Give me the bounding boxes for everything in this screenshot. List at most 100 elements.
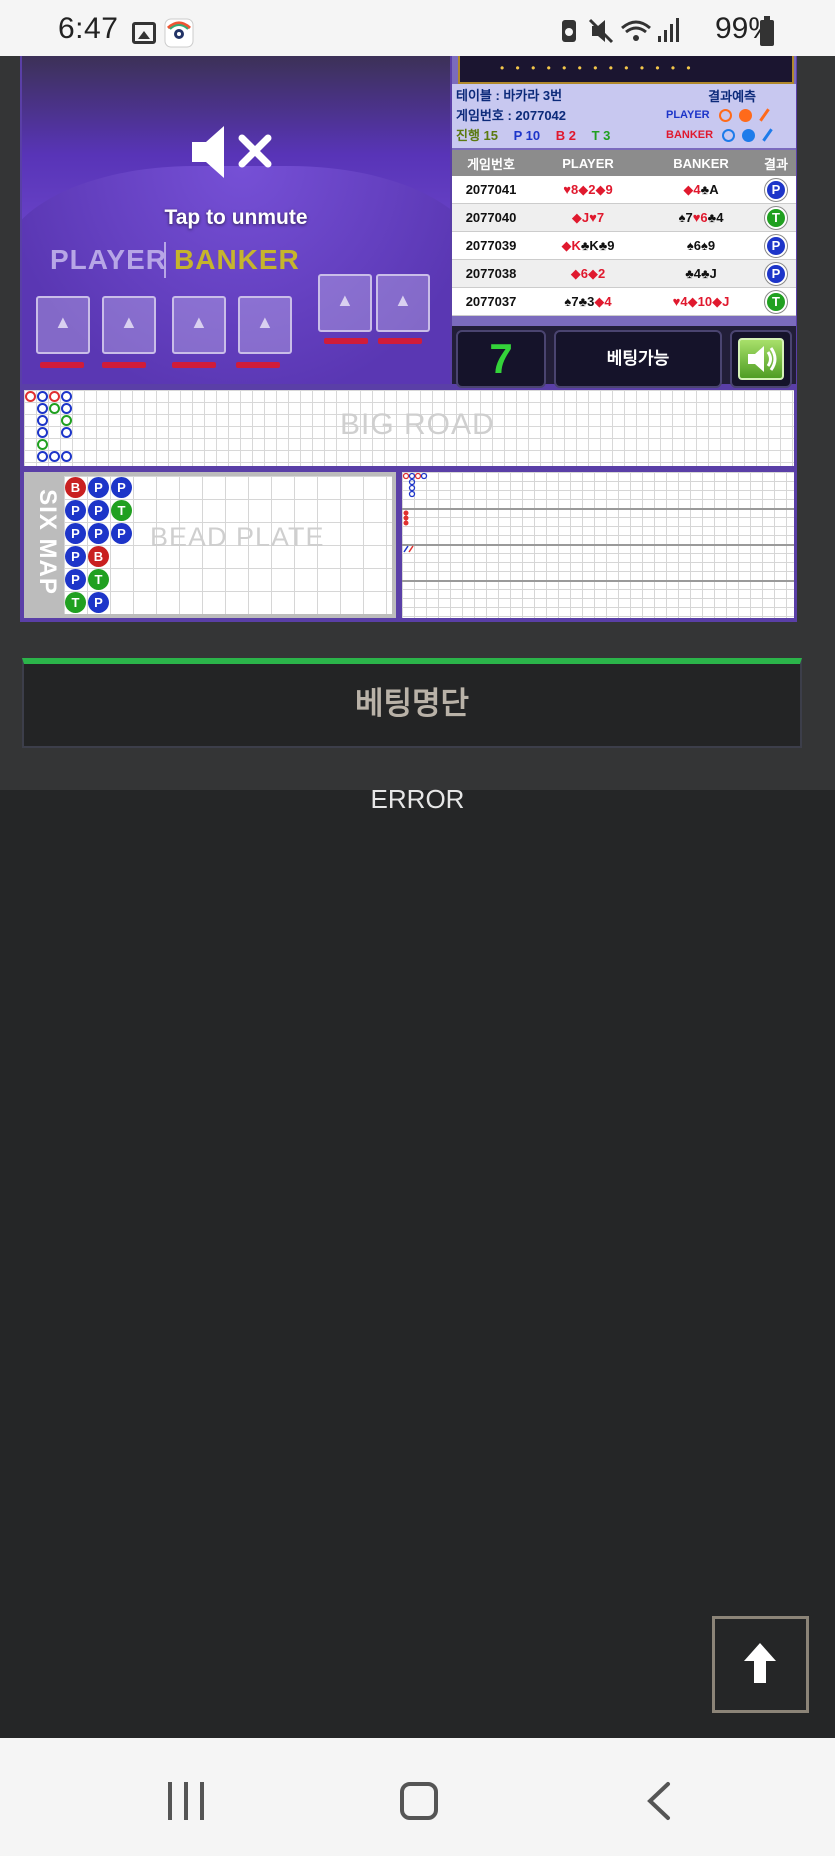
col-player: PLAYER <box>562 155 614 171</box>
six-map: SIX MAP BEAD PLATE BPPPPTPPPPBPTTP <box>24 472 396 618</box>
dot-icon <box>742 128 756 142</box>
bead-player: P <box>65 523 86 544</box>
game-number-cell: 2077037 <box>465 294 517 309</box>
card: ♣4 <box>685 266 701 281</box>
result-cell: P <box>756 232 796 259</box>
col-banker: BANKER <box>673 155 729 171</box>
card: ♣3 <box>578 294 595 309</box>
slash-icon <box>759 108 770 122</box>
home-icon[interactable] <box>400 1782 438 1820</box>
card-slot <box>172 296 226 354</box>
bead-banker: B <box>65 477 86 498</box>
sound-button[interactable] <box>738 338 784 380</box>
player-ring <box>37 391 48 402</box>
battery-saver-icon <box>562 20 576 42</box>
red-marker <box>172 362 216 368</box>
bead-player: P <box>88 500 109 521</box>
bead-player: P <box>65 546 86 567</box>
felt-player-label: PLAYER <box>50 244 168 275</box>
bead-player: P <box>88 523 109 544</box>
card: ◆K <box>561 237 581 253</box>
card: ◆2 <box>588 265 606 281</box>
red-marker <box>40 362 84 368</box>
card: ♠7 <box>678 210 693 225</box>
road-divider <box>402 580 794 582</box>
gallery-icon <box>132 22 156 44</box>
ring-icon <box>718 108 732 122</box>
player-cards-cell: ◆K ♣K ♣9 <box>530 232 646 259</box>
result-badge: T <box>765 206 787 229</box>
signal-icon <box>658 18 679 42</box>
player-ring <box>61 403 72 414</box>
bead-player: P <box>88 477 109 498</box>
back-icon[interactable] <box>640 1780 680 1822</box>
banker-cards-cell: ♣4 ♣J <box>646 260 756 287</box>
card: ♥7 <box>589 210 605 225</box>
red-marker <box>236 362 280 368</box>
bead-plate: BEAD PLATE BPPPPTPPPPBPTTP <box>64 476 392 614</box>
recent-apps-icon[interactable] <box>168 1782 206 1820</box>
clock: 6:47 <box>58 12 119 45</box>
card: ◆4 <box>683 181 701 197</box>
game-number: 게임번호 : 2077042 <box>456 108 567 123</box>
scroll-to-top-button[interactable] <box>712 1616 809 1713</box>
app-icon <box>164 18 194 48</box>
table-row: 2077037 ♠7 ♣3 ◆4 ♥4 ◆10 ◆J T <box>452 288 796 316</box>
table-name: 테이블 : 바카라 3번 <box>456 88 563 103</box>
dot-icon <box>738 108 752 122</box>
col-result: 결과 <box>764 156 788 172</box>
card: ♣K <box>580 238 599 253</box>
card: ♥8 <box>563 182 579 197</box>
table-row: 2077041 ♥8 ◆2 ◆9 ◆4 ♣A P <box>452 176 796 204</box>
sound-toggle[interactable] <box>730 330 792 388</box>
card: ♣A <box>700 182 719 197</box>
card: ♥6 <box>692 210 708 225</box>
results-table-body: 2077041 ♥8 ◆2 ◆9 ◆4 ♣A P 2077040 ◆J ♥7 ♠7 ♥6 ♣4 T 2077… <box>452 176 796 316</box>
bead-player: P <box>65 500 86 521</box>
game-area: PLAYER BANKER Tap to unmute 테이블 : 바카라 3번… <box>0 56 835 790</box>
bead-player: P <box>65 569 86 590</box>
red-marker <box>102 362 146 368</box>
error-message: ERROR <box>370 784 465 814</box>
slash-icon <box>762 128 773 142</box>
game-number-cell: 2077038 <box>465 266 517 281</box>
bead-player: P <box>111 477 132 498</box>
big-road-label: BIG ROAD <box>340 408 495 441</box>
result-cell: T <box>756 204 796 231</box>
red-marker <box>324 338 368 344</box>
control-bar: 7 베팅가능 <box>452 326 796 388</box>
betting-list-title: 베팅명단 <box>354 686 470 721</box>
progress-count: 진행 15 <box>456 128 498 143</box>
live-video[interactable]: PLAYER BANKER Tap to unmute <box>22 56 450 384</box>
road-divider <box>402 544 794 546</box>
bead-player: P <box>88 592 109 613</box>
wifi-icon <box>621 20 651 41</box>
card: ♠9 <box>701 238 716 253</box>
tie-ring <box>49 403 60 414</box>
player-ring <box>61 427 72 438</box>
betting-status: 베팅가능 <box>554 330 722 388</box>
predict-player[interactable]: PLAYER <box>666 108 770 122</box>
result-cell: P <box>756 260 796 287</box>
card-slot <box>102 296 156 354</box>
speaker-icon <box>748 346 777 372</box>
card-slot <box>238 296 292 354</box>
result-cell: P <box>756 176 796 203</box>
table-row: 2077039 ◆K ♣K ♣9 ♠6 ♠9 P <box>452 232 796 260</box>
predict-banker[interactable]: BANKER <box>666 128 773 142</box>
card: ◆10 <box>687 293 713 309</box>
unmute-label[interactable]: Tap to unmute <box>22 206 450 230</box>
player-cards-cell: ♥8 ◆2 ◆9 <box>530 176 646 203</box>
predict-player-label: PLAYER <box>666 108 710 121</box>
tie-count: T 3 <box>591 128 611 143</box>
player-cards-cell: ◆J ♥7 <box>530 204 646 231</box>
player-ring <box>37 427 48 438</box>
game-number-cell: 2077040 <box>465 210 517 225</box>
banker-cards-cell: ♠7 ♥6 ♣4 <box>646 204 756 231</box>
status-icons <box>562 18 679 44</box>
navigation-bar <box>0 1738 835 1856</box>
speaker-muted-icon[interactable] <box>190 124 284 180</box>
table-row: 2077038 ◆6 ◆2 ♣4 ♣J P <box>452 260 796 288</box>
predict-banker-label: BANKER <box>666 128 714 141</box>
bead-tie: T <box>111 500 132 521</box>
